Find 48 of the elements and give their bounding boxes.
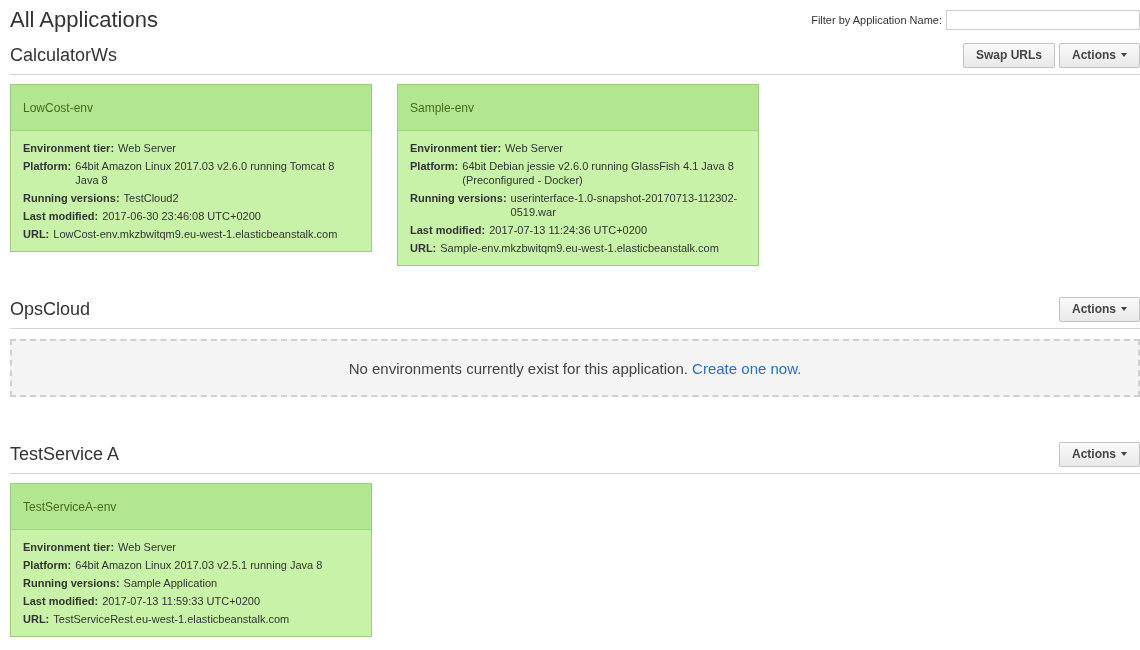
field-label: Last modified: <box>410 223 486 237</box>
application-name: OpsCloud <box>10 298 91 320</box>
field-label: Last modified: <box>23 209 99 223</box>
field-value: 64bit Debian jessie v2.6.0 running GlassFish 4.1 Java 8 (Preconfigured - Docker) <box>462 159 735 187</box>
environment-name[interactable]: LowCost-env <box>11 85 371 131</box>
field-value: Web Server <box>505 141 564 155</box>
field-value: 64bit Amazon Linux 2017.03 v2.6.0 running Tomcat 8 Java 8 <box>75 159 336 187</box>
field-label: Environment tier: <box>410 141 502 155</box>
field-value: Sample Application <box>123 576 219 590</box>
field-value: 2017-06-30 23:46:08 UTC+0200 <box>102 209 262 223</box>
field-label: Environment tier: <box>23 540 115 554</box>
field-label: Platform: <box>23 558 72 572</box>
field-label: URL: <box>23 612 50 626</box>
field-value: userinterface-1.0-snapshot-20170713-112302-0519.war <box>510 191 739 219</box>
field-label: URL: <box>23 227 50 241</box>
swap-urls-button[interactable]: Swap URLs <box>962 42 1055 68</box>
field-value: TestServiceRest.eu-west-1.elasticbeanstalk.com <box>53 612 291 626</box>
create-link[interactable]: Create one now. <box>692 359 802 377</box>
field-label: Running versions: <box>410 191 507 206</box>
field-value: Web Server <box>118 540 177 554</box>
field-value: 2017-07-13 11:59:33 UTC+0200 <box>102 594 262 608</box>
filter-field[interactable] <box>946 10 1140 30</box>
field-label: Platform: <box>410 159 459 174</box>
field-label: URL: <box>410 241 437 255</box>
caret-icon <box>1121 452 1127 456</box>
field-label: Environment tier: <box>23 141 115 155</box>
actions-dropdown-button[interactable]: Actions <box>1059 441 1140 467</box>
field-value: 2017-07-13 11:24:36 UTC+0200 <box>489 223 649 237</box>
application-name: TestService A <box>10 443 120 465</box>
field-value: Web Server <box>118 141 177 155</box>
page-title: All Applications <box>10 7 158 33</box>
empty-message: No environments currently exist for this application. Create one now. <box>348 359 802 377</box>
field-label: Last modified: <box>23 594 99 608</box>
field-value: LowCost-env.mkzbwitqm9.eu-west-1.elasticbeanstalk.com <box>53 227 339 241</box>
field-label: Running versions: <box>23 576 120 590</box>
caret-icon <box>1121 53 1127 57</box>
field-label: Running versions: <box>23 191 120 205</box>
field-value: TestCloud2 <box>123 191 180 205</box>
application-name: CalculatorWs <box>10 44 118 66</box>
actions-dropdown-button[interactable]: Actions <box>1059 42 1140 68</box>
field-value: Sample-env.mkzbwitqm9.eu-west-1.elasticbeanstalk.com <box>440 241 720 255</box>
field-value: 64bit Amazon Linux 2017.03 v2.5.1 running Java 8 <box>75 558 324 572</box>
environment-name[interactable]: TestServiceA-env <box>11 484 371 530</box>
caret-icon <box>1121 307 1127 311</box>
field-label: Platform: <box>23 159 72 174</box>
filter-label: Filter by Application Name: <box>811 14 942 26</box>
environment-name[interactable]: Sample-env <box>398 85 758 131</box>
actions-dropdown-button[interactable]: Actions <box>1059 296 1140 322</box>
